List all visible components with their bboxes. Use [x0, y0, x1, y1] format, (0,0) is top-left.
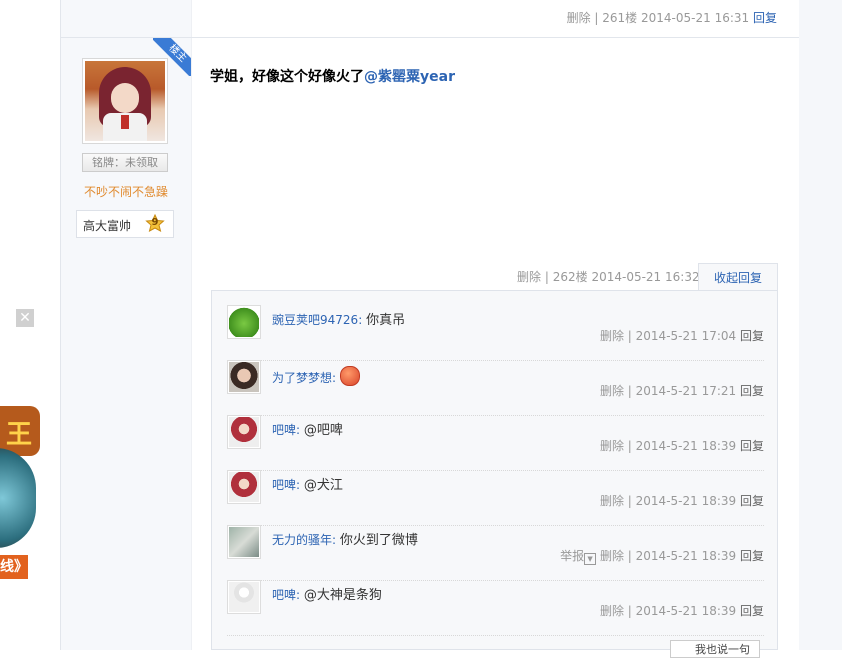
- delete-link[interactable]: 删除: [600, 494, 624, 508]
- ad-sign-text: 王: [6, 420, 33, 450]
- reply-link[interactable]: 回复: [740, 384, 764, 398]
- level-badge[interactable]: 高大富帅 9: [76, 210, 174, 238]
- delete-link[interactable]: 删除: [600, 439, 624, 453]
- avatar[interactable]: [227, 415, 261, 449]
- smiley-emoji-icon: [339, 366, 360, 386]
- side-ad-banner[interactable]: 王 线》: [0, 400, 45, 590]
- nameplate-badge[interactable]: 铭牌：未领取: [82, 153, 168, 172]
- close-ad-icon[interactable]: ✕: [16, 309, 34, 327]
- list-item: 吧啤: @犬江 删除 | 2014-5-21 18:39 回复: [227, 470, 764, 526]
- delete-link[interactable]: 删除: [600, 329, 624, 343]
- post-time: 2014-05-21 16:31: [641, 11, 750, 25]
- post-content: 学姐，好像这个好像火了@紫罂粟year: [210, 66, 455, 86]
- reply-time: 2014-5-21 18:39: [635, 549, 737, 563]
- mention-link[interactable]: @紫罂粟year: [364, 69, 455, 85]
- list-item: 豌豆荚吧94726: 你真吊 删除 | 2014-5-21 17:04 回复: [227, 305, 764, 361]
- level-number: 9: [151, 217, 159, 228]
- previous-author-column: [61, 0, 192, 38]
- reply-mention[interactable]: @犬江: [304, 478, 343, 493]
- separator: |: [594, 11, 599, 25]
- reply-username[interactable]: 豌豆荚吧94726: [272, 313, 358, 327]
- floor-number: 261楼: [602, 11, 638, 25]
- reply-username[interactable]: 吧啤: [272, 588, 296, 602]
- delete-link[interactable]: 删除: [600, 384, 624, 398]
- reply-link[interactable]: 回复: [740, 329, 764, 343]
- reply-username[interactable]: 吧啤: [272, 423, 296, 437]
- reply-content: 你火到了微博: [339, 533, 418, 548]
- thread-container: 删除 | 261楼 2014-05-21 16:31 回复 楼主 铭牌：未领取 …: [60, 0, 799, 658]
- reply-mention[interactable]: @大神是条狗: [304, 588, 382, 603]
- reply-content: 你真吊: [366, 313, 406, 328]
- report-link[interactable]: 举报: [560, 549, 584, 563]
- avatar[interactable]: [227, 470, 261, 504]
- level-name: 高大富帅: [83, 219, 132, 233]
- ad-enter-button[interactable]: 线》: [0, 555, 28, 579]
- reply-input-button[interactable]: 我也说一句: [670, 640, 760, 658]
- reply-time: 2014-5-21 18:39: [635, 494, 737, 508]
- list-item: 为了梦梦想: 删除 | 2014-5-21 17:21 回复: [227, 360, 764, 416]
- reply-link[interactable]: 回复: [740, 494, 764, 508]
- delete-link[interactable]: 删除: [567, 11, 591, 25]
- author-tagline: 不吵不闹不急躁: [83, 185, 168, 199]
- reply-time: 2014-5-21 17:21: [635, 384, 737, 398]
- post-meta: 删除 | 262楼 2014-05-21 16:32: [517, 268, 700, 285]
- right-gutter: [798, 0, 842, 650]
- report-dropdown-icon[interactable]: ▼: [584, 553, 597, 565]
- reply-time: 2014-5-21 17:04: [635, 329, 737, 343]
- collapse-replies-tab[interactable]: 收起回复: [698, 263, 778, 291]
- sub-reply-panel: 豌豆荚吧94726: 你真吊 删除 | 2014-5-21 17:04 回复 为…: [211, 290, 778, 658]
- ad-crystal-ball-image: [0, 448, 36, 548]
- reply-mention[interactable]: @吧啤: [304, 423, 343, 438]
- reply-link[interactable]: 回复: [740, 439, 764, 453]
- avatar[interactable]: [227, 305, 261, 339]
- reply-time: 2014-5-21 18:39: [635, 439, 737, 453]
- delete-link[interactable]: 删除: [600, 549, 624, 563]
- floor-number: 262楼: [552, 270, 588, 284]
- previous-post-meta: 删除 | 261楼 2014-05-21 16:31 回复: [567, 9, 777, 26]
- delete-link[interactable]: 删除: [600, 604, 624, 618]
- reply-username[interactable]: 无力的骚年: [272, 533, 332, 547]
- avatar[interactable]: [227, 360, 261, 394]
- reply-username[interactable]: 为了梦梦想: [272, 371, 332, 385]
- post-text: 学姐，好像这个好像火了: [210, 69, 364, 85]
- post-time: 2014-05-21 16:32: [591, 270, 700, 284]
- list-item: 吧啤: @吧啤 删除 | 2014-5-21 18:39 回复: [227, 415, 764, 471]
- avatar[interactable]: [227, 525, 261, 559]
- delete-link[interactable]: 删除: [517, 270, 541, 284]
- reply-link[interactable]: 回复: [740, 604, 764, 618]
- list-item: 无力的骚年: 你火到了微博 举报 ▼ 删除 | 2014-5-21 18:39 回…: [227, 525, 764, 581]
- reply-username[interactable]: 吧啤: [272, 478, 296, 492]
- reply-link[interactable]: 回复: [740, 549, 764, 563]
- separator: |: [544, 270, 549, 284]
- avatar[interactable]: [227, 580, 261, 614]
- avatar-image: [85, 61, 165, 141]
- list-item: 吧啤: @大神是条狗 删除 | 2014-5-21 18:39 回复: [227, 580, 764, 636]
- author-avatar[interactable]: [82, 58, 168, 144]
- reply-time: 2014-5-21 18:39: [635, 604, 737, 618]
- reply-link[interactable]: 回复: [753, 11, 777, 25]
